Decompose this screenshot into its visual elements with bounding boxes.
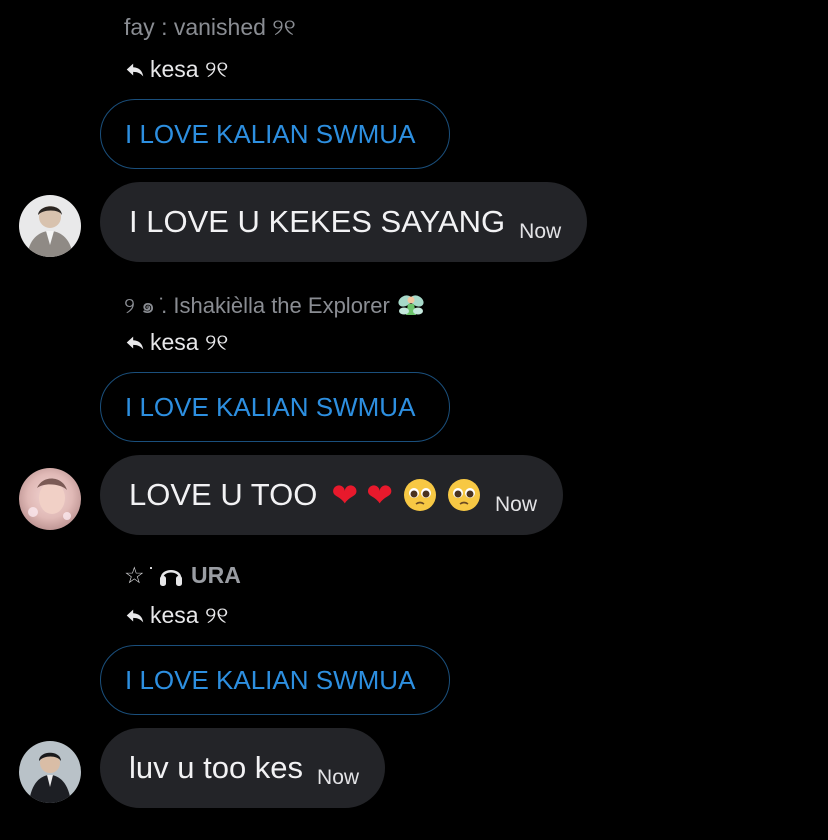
avatar-pink-blurry-icon [19,468,81,530]
message-time: Now [495,493,538,516]
avatar[interactable] [19,468,81,530]
sender-name-text: URA [191,561,241,588]
quoted-text: I LOVE KALIAN SWMUA [125,118,416,149]
quoted-text: I LOVE KALIAN SWMUA [125,391,416,422]
reply-indicator: kesa ୨୧ [124,56,228,83]
message-bubble[interactable]: I LOVE U KEKES SAYANG Now [100,182,588,262]
fairy-icon [398,294,424,315]
headphones-icon [160,569,183,586]
avatar-man-dark-suit-icon [19,741,81,803]
reply-arrow-icon [126,609,144,622]
red-heart-icon: ❤ [331,477,359,513]
sender-name-text: ୨ ๑ ̇. Ishakièlla the Explorer [124,293,390,318]
sender-name-text: fay : vanished ୨୧ [124,14,296,40]
sender-prefix: ☆ ̇ [124,561,152,588]
sender-name[interactable]: ☆ ̇ URA [124,561,241,589]
message-text: LOVE U TOO [129,477,318,512]
reply-arrow-icon [126,63,144,76]
chat-view: fay : vanished ୨୧ kesa ୨୧ I LOVE KALIAN … [0,0,828,840]
avatar-boy-grey-jacket-icon [19,195,81,257]
pleading-face-icon [448,479,480,511]
reply-arrow-icon [126,336,144,349]
reply-to-name: kesa ୨୧ [150,56,229,82]
message-bubble[interactable]: luv u too kes Now [100,728,386,808]
reply-to-name: kesa ୨୧ [150,329,229,355]
quoted-message[interactable]: I LOVE KALIAN SWMUA [100,645,450,715]
quoted-message[interactable]: I LOVE KALIAN SWMUA [100,99,450,169]
sender-name[interactable]: ୨ ๑ ̇. Ishakièlla the Explorer [124,288,426,323]
message-time: Now [317,766,360,789]
red-heart-icon: ❤ [366,477,393,513]
avatar[interactable] [19,195,81,257]
pleading-face-icon [404,479,436,511]
avatar[interactable] [19,741,81,803]
message-text: luv u too kes [129,750,304,785]
sender-name[interactable]: fay : vanished ୨୧ [124,14,296,41]
message-time: Now [519,220,562,243]
reply-indicator: kesa ୨୧ [124,602,228,629]
quoted-message[interactable]: I LOVE KALIAN SWMUA [100,372,450,442]
message-text: I LOVE U KEKES SAYANG [129,204,506,239]
message-bubble[interactable]: LOVE U TOO ❤ ❤ Now [100,455,564,535]
reply-to-name: kesa ୨୧ [150,602,229,628]
reply-indicator: kesa ୨୧ [124,329,228,356]
quoted-text: I LOVE KALIAN SWMUA [125,664,416,695]
